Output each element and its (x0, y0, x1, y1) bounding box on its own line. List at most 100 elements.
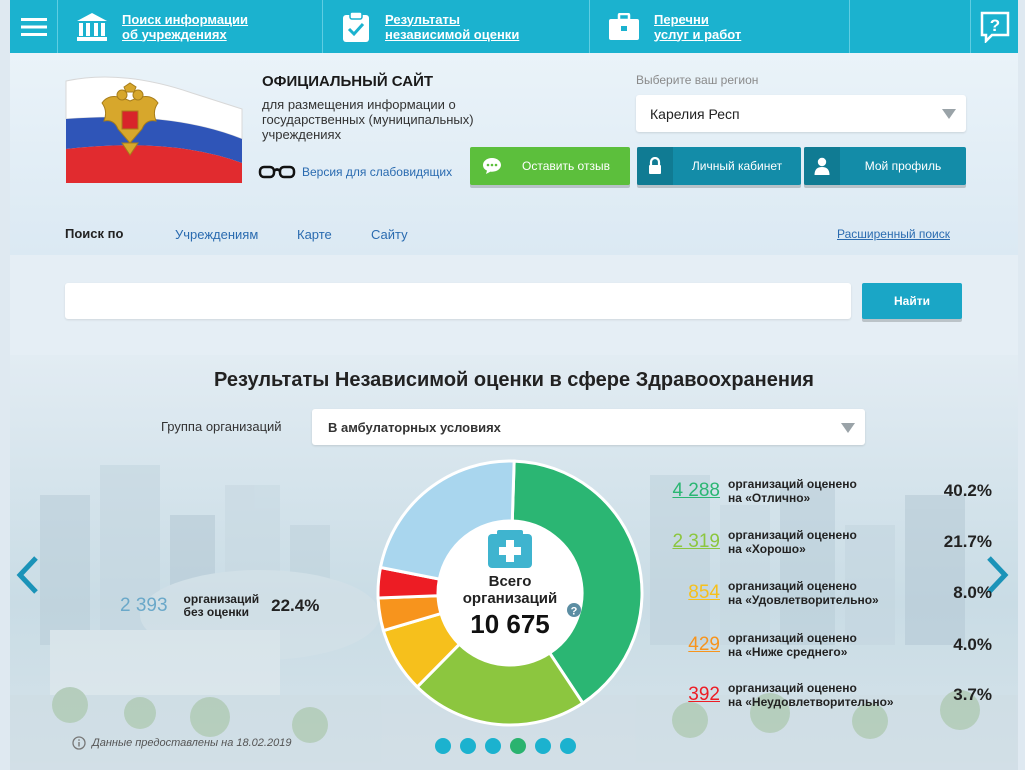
stat-satisfactory-count[interactable]: 854 (662, 582, 720, 604)
stat-unsatisfactory-percent: 3.7% (953, 685, 992, 704)
user-icon (804, 147, 840, 185)
nav-institution-search-label[interactable]: Поиск информации об учреждениях (122, 12, 248, 42)
search-tab-institutions[interactable]: Учреждениям (175, 227, 258, 242)
my-profile-label: Мой профиль (864, 159, 942, 173)
desc-line: организаций оценено (728, 631, 857, 645)
region-value: Карелия Респ (650, 105, 740, 122)
desc-line: организаций оценено (728, 477, 857, 491)
stat-good: 2 319 организаций оценено на «Хорошо» 21… (662, 528, 992, 556)
desc-line: на «Неудовлетворительно» (728, 695, 894, 709)
menu-button[interactable] (10, 0, 58, 53)
dropdown-arrow-icon (942, 109, 956, 119)
group-value: В амбулаторных условиях (328, 419, 501, 435)
search-tab-site[interactable]: Сайту (371, 227, 408, 242)
stat-good-count[interactable]: 2 319 (662, 531, 720, 553)
stat-satisfactory-desc: организаций оценено на «Удовлетворительн… (728, 579, 923, 607)
nav-results-label[interactable]: Результаты независимой оценки (385, 12, 519, 42)
nav-label-line: об учреждениях (122, 26, 227, 42)
hamburger-icon (20, 17, 47, 36)
low-vision-link[interactable]: Версия для слабовидящих (258, 164, 452, 180)
svg-text:?: ? (989, 16, 999, 35)
group-select[interactable]: В амбулаторных условиях (312, 409, 865, 445)
nav-label-line: Поиск информации (122, 11, 249, 27)
nav-label-line: Результаты (385, 11, 460, 27)
region-select[interactable]: Карелия Респ (636, 95, 966, 132)
search-by-label: Поиск по (65, 226, 124, 241)
feedback-button[interactable]: Оставить отзыв (470, 147, 630, 185)
carousel-dot[interactable] (485, 738, 501, 754)
nav-institution-search[interactable]: Поиск информации об учреждениях (58, 0, 323, 53)
dropdown-arrow-icon (841, 423, 855, 433)
group-label: Группа организаций (161, 419, 282, 434)
rating-donut-chart: Всего организаций 10 675 ? (376, 459, 644, 727)
stat-good-percent: 21.7% (943, 532, 992, 551)
personal-cabinet-label: Личный кабинет (691, 159, 783, 173)
search-bar: Найти (10, 255, 1018, 355)
results-section: Результаты Независимой оценки в сфере Зд… (10, 355, 1018, 770)
stat-good-desc: организаций оценено на «Хорошо» (728, 528, 923, 556)
russian-flag-emblem-logo (65, 76, 243, 183)
desc-line: организаций оценено (728, 579, 857, 593)
carousel-pagination (435, 738, 576, 754)
my-profile-button[interactable]: Мой профиль (804, 147, 966, 185)
help-button[interactable]: ? (970, 0, 1018, 53)
svg-text:?: ? (571, 606, 578, 618)
top-navigation: Поиск информации об учреждениях Результа… (10, 0, 1018, 53)
site-subtitle: для размещения информации о государствен… (262, 97, 474, 142)
unrated-desc: организаций без оценки (184, 593, 260, 619)
stat-unsatisfactory: 392 организаций оценено на «Неудовлетвор… (662, 681, 992, 709)
stat-unsatisfactory-desc: организаций оценено на «Неудовлетворител… (728, 681, 923, 709)
desc-line: на «Хорошо» (728, 542, 806, 556)
stat-excellent: 4 288 организаций оценено на «Отлично» 4… (662, 477, 992, 505)
nav-service-lists[interactable]: Перечни услуг и работ (590, 0, 850, 53)
search-type-bar: Поиск по Учреждениям Карте Сайту Расшире… (10, 219, 1018, 255)
carousel-dot[interactable] (510, 738, 526, 754)
unrated-count[interactable]: 2 393 (120, 595, 168, 617)
desc-line: на «Ниже среднего» (728, 645, 848, 659)
help-question-icon: ? (980, 11, 1009, 43)
stat-satisfactory: 854 организаций оценено на «Удовлетворит… (662, 579, 992, 607)
region-label: Выберите ваш регион (636, 73, 759, 87)
unrated-percent: 22.4% (271, 596, 320, 615)
nav-label-line: независимой оценки (385, 26, 520, 42)
personal-cabinet-button[interactable]: Личный кабинет (637, 147, 801, 185)
medical-bag-icon (488, 530, 532, 568)
carousel-dot[interactable] (435, 738, 451, 754)
chat-bubble-icon (483, 158, 501, 174)
total-label-line2: организаций (463, 590, 557, 607)
carousel-dot[interactable] (560, 738, 576, 754)
carousel-dot[interactable] (460, 738, 476, 754)
nav-service-lists-label[interactable]: Перечни услуг и работ (654, 12, 741, 42)
info-icon (72, 736, 86, 750)
stat-excellent-count[interactable]: 4 288 (662, 480, 720, 502)
stat-below-average-desc: организаций оценено на «Ниже среднего» (728, 631, 923, 659)
nav-label-line: Перечни (654, 11, 709, 27)
total-label-line1: Всего (489, 573, 532, 590)
search-input[interactable] (65, 283, 851, 319)
nav-results[interactable]: Результаты независимой оценки (323, 0, 590, 53)
glasses-icon (258, 165, 296, 179)
desc-line: организаций оценено (728, 528, 857, 542)
stat-excellent-desc: организаций оценено на «Отлично» (728, 477, 923, 505)
desc-line: организаций оценено (728, 681, 857, 695)
briefcase-icon (609, 12, 639, 40)
desc-line: на «Удовлетворительно» (728, 593, 879, 607)
results-title: Результаты Независимой оценки в сфере Зд… (214, 369, 814, 391)
stat-unsatisfactory-count[interactable]: 392 (662, 684, 720, 706)
total-value: 10 675 (470, 609, 550, 639)
stat-below-average-count[interactable]: 429 (662, 634, 720, 656)
search-button[interactable]: Найти (862, 283, 962, 319)
desc-line: без оценки (183, 605, 249, 619)
low-vision-label[interactable]: Версия для слабовидящих (302, 165, 452, 179)
data-date-text: Данные предоставлены на 18.02.2019 (92, 737, 292, 749)
site-header: ОФИЦИАЛЬНЫЙ САЙТ для размещения информац… (10, 53, 1018, 255)
institution-icon (77, 12, 107, 41)
site-title: ОФИЦИАЛЬНЫЙ САЙТ (262, 73, 434, 90)
desc-line: на «Отлично» (728, 491, 811, 505)
nav-label-line: услуг и работ (654, 26, 742, 42)
chevron-left-icon[interactable] (16, 555, 40, 595)
clipboard-check-icon (343, 10, 369, 42)
search-tab-map[interactable]: Карте (297, 227, 332, 242)
carousel-dot[interactable] (535, 738, 551, 754)
advanced-search-link[interactable]: Расширенный поиск (837, 227, 950, 241)
